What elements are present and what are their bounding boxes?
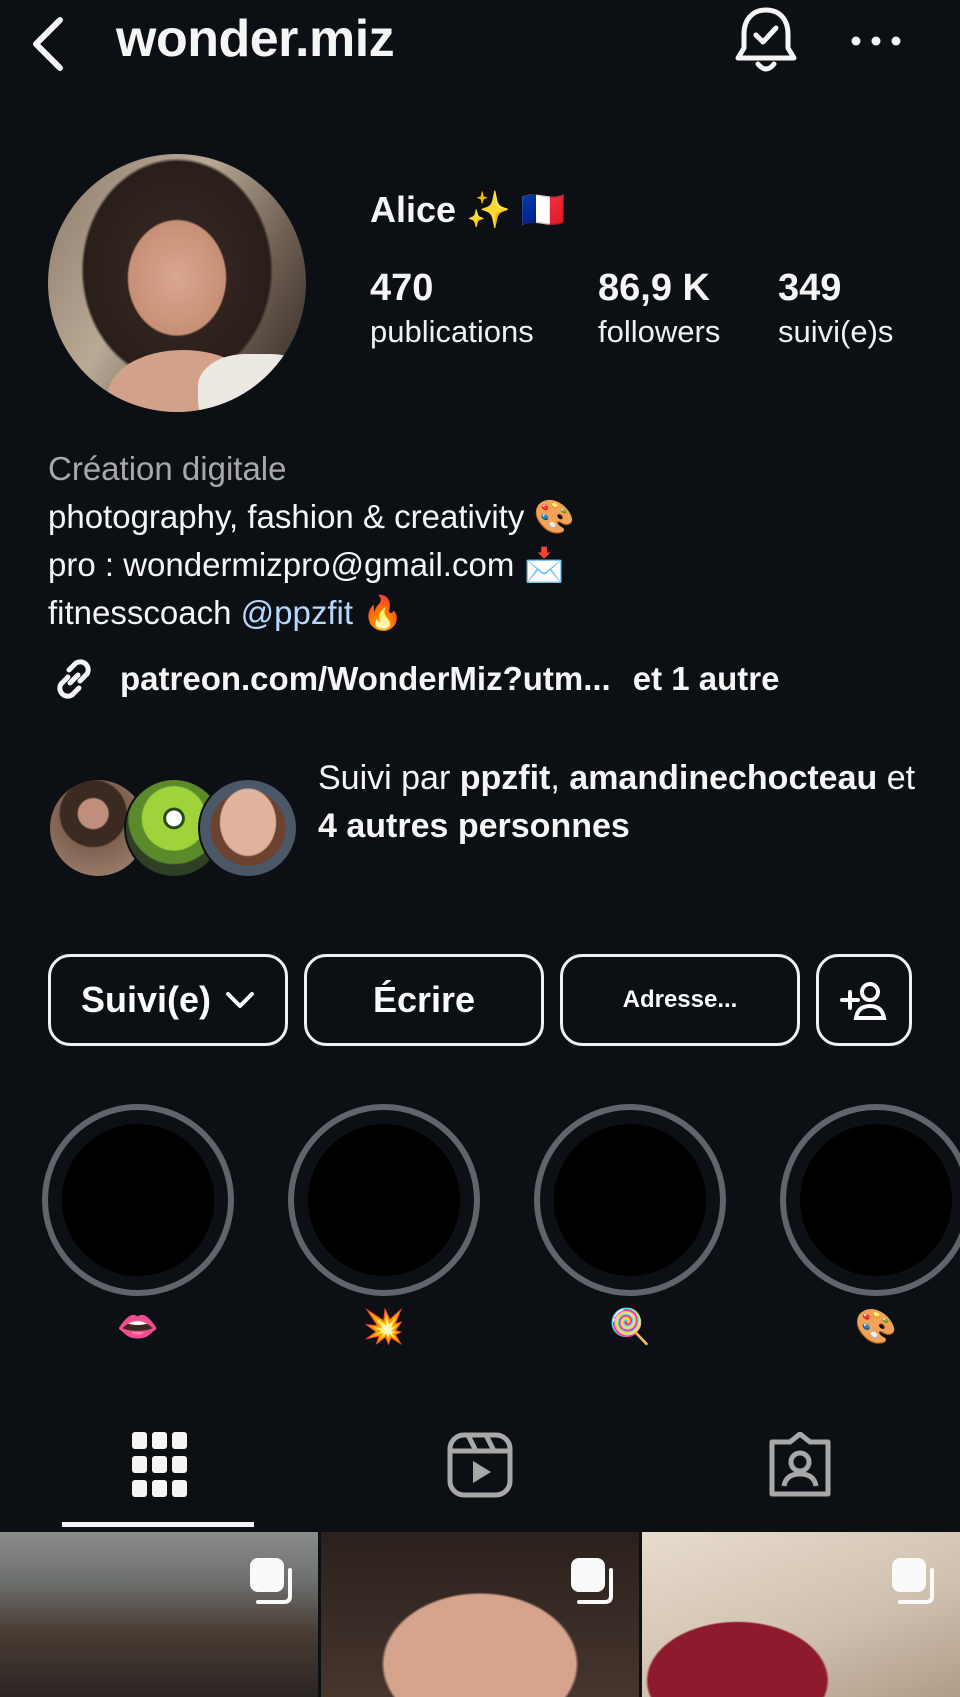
profile-avatar[interactable] — [48, 154, 306, 412]
mutual-separator: , — [550, 759, 560, 797]
profile-category: Création digitale — [48, 450, 287, 487]
highlight-label: 🎨 — [854, 1308, 898, 1346]
display-name: Alice ✨ 🇫🇷 — [370, 189, 566, 230]
bio-text: 🔥 — [352, 594, 404, 631]
suggested-users-button[interactable] — [816, 954, 912, 1046]
link-icon — [57, 659, 91, 699]
avatar-photo-detail — [198, 354, 306, 412]
tab-reels[interactable] — [320, 1420, 640, 1510]
bio-text: fitnesscoach — [48, 594, 241, 631]
highlight-label: 👄 — [116, 1308, 160, 1346]
highlight-label: 💥 — [362, 1308, 406, 1346]
tab-tagged[interactable] — [640, 1420, 960, 1510]
mutual-prefix: Suivi par — [318, 759, 460, 797]
highlight-cover — [800, 1124, 952, 1276]
story-highlight[interactable] — [534, 1104, 726, 1296]
mutual-followers-text[interactable]: Suivi par ppzfit, amandinechocteau et 4 … — [318, 754, 918, 850]
highlight-cover — [308, 1124, 460, 1276]
more-options-button[interactable] — [848, 16, 904, 66]
posts-count: 470 — [370, 267, 434, 309]
followers-label: followers — [598, 314, 721, 349]
mutual-followers-avatars[interactable] — [48, 778, 298, 878]
add-person-icon — [840, 982, 887, 1020]
tagged-icon — [769, 1432, 831, 1497]
story-highlight[interactable] — [288, 1104, 480, 1296]
grid-icon — [132, 1432, 187, 1497]
message-button[interactable]: Écrire — [304, 954, 544, 1046]
bio-line: pro : wondermizpro@gmail.com 📩 — [48, 546, 565, 583]
post-thumbnail[interactable] — [0, 1532, 318, 1697]
avatar — [198, 778, 298, 878]
more-horizontal-icon — [851, 36, 901, 46]
story-highlight[interactable] — [780, 1104, 960, 1296]
carousel-icon — [892, 1558, 934, 1604]
chevron-down-icon — [226, 992, 255, 1008]
message-button-label: Écrire — [372, 979, 476, 1020]
posts-label: publications — [370, 314, 534, 349]
bio-line: photography, fashion & creativity 🎨 — [48, 498, 575, 535]
following-button[interactable]: Suivi(e) — [48, 954, 288, 1046]
followers-stat[interactable]: 86,9 K followers — [598, 264, 720, 352]
following-button-label: Suivi(e) — [80, 979, 212, 1020]
bell-check-icon — [735, 7, 797, 72]
carousel-icon — [571, 1558, 613, 1604]
mutual-user: ppzfit — [459, 759, 551, 797]
mention-link[interactable]: @ppzfit — [241, 594, 353, 631]
post-thumbnail[interactable] — [321, 1532, 639, 1697]
followers-count: 86,9 K — [598, 267, 710, 309]
highlight-cover — [554, 1124, 706, 1276]
mutual-and: et — [877, 759, 916, 797]
post-thumbnail[interactable] — [642, 1532, 960, 1697]
tab-posts-grid[interactable] — [0, 1420, 320, 1510]
link-url[interactable]: patreon.com/WonderMiz?utm... — [120, 660, 611, 698]
address-button[interactable]: Adresse... — [560, 954, 800, 1046]
highlight-label: 🍭 — [608, 1308, 652, 1346]
carousel-icon — [250, 1558, 292, 1604]
address-button-label: Adresse... — [622, 986, 738, 1013]
following-stat[interactable]: 349 suivi(e)s — [778, 264, 893, 352]
link-more[interactable]: et 1 autre — [633, 660, 780, 698]
highlight-cover — [62, 1124, 214, 1276]
posts-stat[interactable]: 470 publications — [370, 264, 534, 352]
bio-link[interactable]: patreon.com/WonderMiz?utm... et 1 autre — [48, 654, 779, 704]
mutual-user: amandinechocteau — [569, 759, 878, 797]
following-label: suivi(e)s — [778, 314, 894, 349]
chevron-left-icon — [33, 17, 63, 71]
reels-icon — [447, 1432, 513, 1498]
following-count: 349 — [778, 267, 842, 309]
bio-line: fitnesscoach @ppzfit 🔥 — [48, 592, 403, 634]
profile-username: wonder.miz — [116, 10, 395, 68]
mutual-others: 4 autres personnes — [318, 807, 630, 845]
story-highlight[interactable] — [42, 1104, 234, 1296]
notifications-button[interactable] — [730, 2, 802, 78]
active-tab-indicator — [62, 1522, 254, 1527]
back-button[interactable] — [24, 8, 74, 78]
